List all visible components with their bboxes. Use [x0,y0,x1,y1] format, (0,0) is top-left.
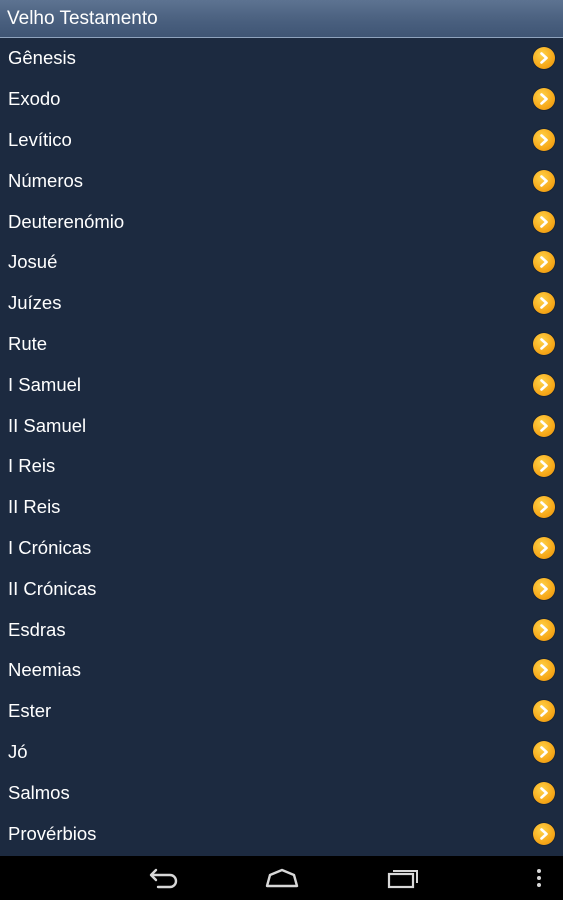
book-row[interactable]: Rute [0,324,563,365]
book-name: Josué [8,251,58,273]
app-screen: Velho Testamento Gênesis Exodo Levítico Núm… [0,0,563,900]
chevron-right-circle-icon[interactable] [533,88,555,111]
book-name: Gênesis [8,47,76,69]
book-name: II Crónicas [8,577,97,599]
book-name: II Samuel [8,414,87,436]
overflow-menu-button[interactable] [526,856,552,900]
book-name: Neemias [8,659,81,681]
chevron-right-circle-icon[interactable] [533,740,555,763]
section-title: Velho Testamento [7,7,158,29]
book-name: Juízes [8,292,62,314]
book-row[interactable]: Provérbios [0,813,563,854]
book-row[interactable]: Josué [0,242,563,283]
chevron-right-circle-icon[interactable] [533,455,555,478]
book-row[interactable]: Esdras [0,609,563,650]
chevron-right-circle-icon[interactable] [533,618,555,641]
chevron-right-circle-icon[interactable] [533,414,555,437]
book-row[interactable]: Gênesis [0,38,563,79]
book-row[interactable]: II Crónicas [0,568,563,609]
chevron-right-circle-icon[interactable] [533,210,555,233]
chevron-right-circle-icon[interactable] [533,128,555,151]
home-button[interactable] [259,856,305,900]
book-name: I Reis [8,455,56,477]
chevron-right-circle-icon[interactable] [533,536,555,559]
book-row[interactable]: Jó [0,732,563,773]
chevron-right-circle-icon[interactable] [533,700,555,723]
chevron-right-circle-icon[interactable] [533,577,555,600]
chevron-right-circle-icon[interactable] [533,251,555,274]
book-name: Ester [8,700,52,722]
chevron-right-circle-icon[interactable] [533,373,555,396]
book-name: Salmos [8,781,70,803]
chevron-right-circle-icon[interactable] [533,496,555,519]
book-name: Números [8,169,84,191]
book-row[interactable]: II Reis [0,487,563,528]
book-name: Provérbios [8,822,97,844]
chevron-right-circle-icon[interactable] [533,659,555,682]
book-row[interactable]: I Samuel [0,364,563,405]
book-name: II Reis [8,496,61,518]
chevron-right-circle-icon[interactable] [533,332,555,355]
book-name: Jó [8,740,28,762]
book-name: Exodo [8,88,61,110]
chevron-right-circle-icon[interactable] [533,781,555,804]
book-row[interactable]: Neemias [0,650,563,691]
book-row[interactable]: Exodo [0,79,563,120]
chevron-right-circle-icon[interactable] [533,47,555,70]
system-navigation-bar [0,856,563,900]
recent-apps-icon [387,870,418,889]
book-name: Esdras [8,618,66,640]
book-row[interactable]: Salmos [0,772,563,813]
book-name: Deuterenómio [8,210,125,232]
book-name: Rute [8,332,48,354]
book-name: I Crónicas [8,536,92,558]
recent-apps-button[interactable] [380,856,426,900]
back-button[interactable] [140,856,186,900]
chevron-right-circle-icon[interactable] [533,169,555,192]
book-name: Levítico [8,128,72,150]
chevron-right-circle-icon[interactable] [533,822,555,845]
book-row[interactable]: I Reis [0,446,563,487]
book-name: I Samuel [8,373,82,395]
book-row[interactable]: Juízes [0,283,563,324]
book-row[interactable]: I Crónicas [0,528,563,569]
chevron-right-circle-icon[interactable] [533,292,555,315]
home-icon [265,868,299,888]
book-row[interactable]: Números [0,160,563,201]
section-header: Velho Testamento [0,0,563,38]
book-row[interactable]: Levítico [0,120,563,161]
back-icon [149,868,178,889]
book-row[interactable]: Ester [0,691,563,732]
book-list: Gênesis Exodo Levítico Números Deuterenómio J… [0,38,563,856]
overflow-menu-icon [537,869,541,887]
book-row[interactable]: II Samuel [0,405,563,446]
book-row[interactable]: Deuterenómio [0,201,563,242]
